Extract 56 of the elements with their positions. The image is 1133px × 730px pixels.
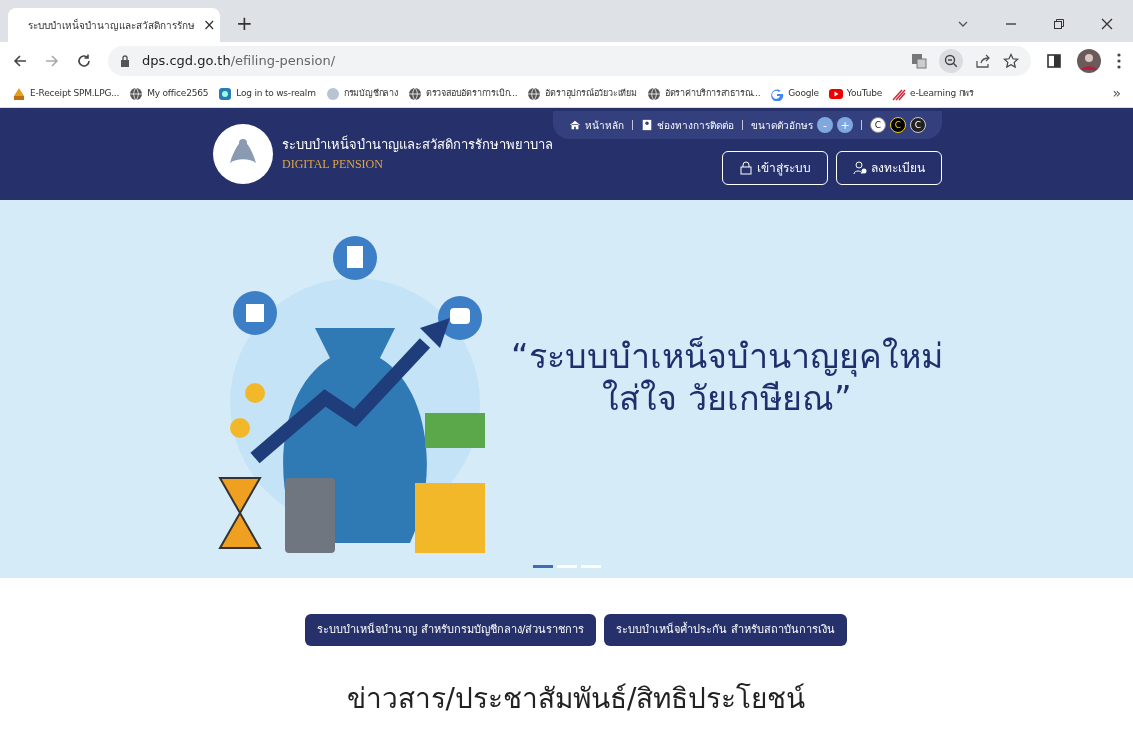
font-size-label: ขนาดตัวอักษร — [751, 118, 813, 133]
contrast-button[interactable]: C — [890, 117, 906, 133]
contrast-button[interactable]: C — [870, 117, 886, 133]
nav-link[interactable]: หน้าหลัก — [569, 117, 624, 133]
globe-icon — [646, 86, 661, 101]
globe-icon — [407, 86, 422, 101]
restore-icon[interactable] — [1053, 18, 1065, 30]
login-button[interactable]: ลงทะเบียน — [836, 151, 942, 185]
zoom-out-icon[interactable] — [939, 49, 963, 73]
close-icon[interactable] — [1101, 18, 1113, 30]
address-bar[interactable]: dps.cgd.go.th/efiling-pension/ — [108, 46, 1031, 76]
nav-link[interactable]: ช่องทางการติดต่อ — [641, 117, 734, 133]
translate-icon[interactable] — [911, 53, 927, 69]
globe-icon — [527, 86, 542, 101]
home-icon — [569, 119, 581, 131]
bookmark-label[interactable]: อัตราอุปกรณ์อวัยวะเทียม — [545, 86, 637, 101]
app-icon — [218, 86, 233, 101]
add-user-icon — [853, 161, 867, 175]
lock-icon — [739, 161, 753, 175]
new-tab-button[interactable]: + — [236, 8, 253, 38]
more-vertical-icon[interactable] — [1117, 53, 1121, 69]
back-icon[interactable] — [12, 53, 28, 69]
emblem-logo — [212, 123, 274, 185]
lock-icon — [120, 55, 130, 67]
bookmark-label[interactable]: E-Receipt SPM.LPG... — [30, 86, 120, 101]
system-button[interactable]: ระบบบำเหน็จบำนาญ สำหรับกรมบัญชีกลาง/ส่วนราชการ — [305, 614, 597, 646]
avatar-icon[interactable] — [1077, 49, 1101, 73]
globe-icon — [129, 86, 144, 101]
bookmark-label[interactable]: Log in to ws-realm — [236, 86, 316, 101]
star-icon[interactable] — [1003, 53, 1019, 69]
tab-title: ระบบบำเหน็จบำนาญและสวัสดิการรักษ — [28, 17, 195, 33]
bookmark-label[interactable]: Google — [788, 86, 819, 101]
site-subtitle: DIGITAL PENSION — [282, 155, 384, 173]
url-text: dps.cgd.go.th/efiling-pension/ — [142, 52, 337, 71]
site-title: ระบบบำเหน็จบำนาญและสวัสดิการรักษาพยาบาล — [282, 135, 553, 155]
browser-tab[interactable]: ระบบบำเหน็จบำนาญและสวัสดิการรักษ × — [8, 8, 220, 42]
bookmark-label[interactable]: YouTube — [846, 86, 883, 101]
hero-headline: “ระบบบำเหน็จบำนาญยุคใหม่ — [511, 334, 943, 377]
system-button[interactable]: ระบบบำเหน็จค้ำประกัน สำหรับสถาบันการเงิน — [604, 614, 847, 646]
bookmark-label[interactable]: e-Learning กพร — [910, 86, 974, 101]
temple-icon — [12, 86, 26, 101]
login-button[interactable]: เข้าสู่ระบบ — [722, 151, 828, 185]
close-tab-button[interactable]: × — [203, 13, 216, 37]
more-bookmarks-button[interactable]: » — [1112, 83, 1121, 104]
contrast-button[interactable]: C — [910, 117, 926, 133]
bookmark-label[interactable]: ตรวจสอบอัตราการเบิก... — [425, 86, 518, 101]
play-icon — [828, 86, 843, 101]
contact-card-icon — [641, 119, 653, 131]
reload-icon[interactable] — [76, 53, 92, 69]
bookmark-label[interactable]: My office2565 — [147, 86, 209, 101]
side-panel-icon[interactable] — [1047, 54, 1061, 68]
hero-headline: ใส่ใจ วัยเกษียณ” — [602, 377, 852, 420]
bookmark-label[interactable]: กรมบัญชีกลาง — [343, 86, 398, 101]
bookmark-label[interactable]: อัตราค่าบริการสาธารณ... — [664, 86, 761, 101]
share-icon[interactable] — [975, 53, 991, 69]
section-heading: ข่าวสาร/ประชาสัมพันธ์/สิทธิประโยชน์ — [346, 681, 806, 717]
